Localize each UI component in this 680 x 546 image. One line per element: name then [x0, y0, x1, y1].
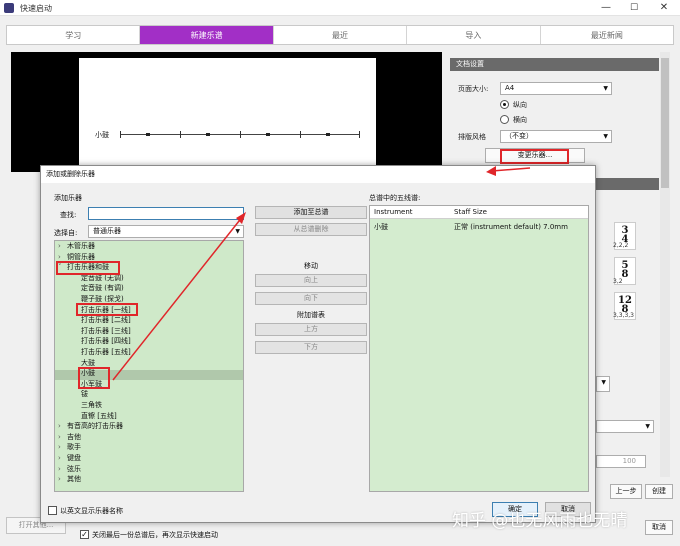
watermark: 知乎 @也无风雨也无晴 — [452, 511, 628, 531]
annotation-arrow-head — [486, 166, 496, 176]
annotation-arrows — [112, 166, 531, 381]
annotation-arrow-line — [491, 167, 531, 172]
annotation-arrow-line — [112, 215, 244, 381]
